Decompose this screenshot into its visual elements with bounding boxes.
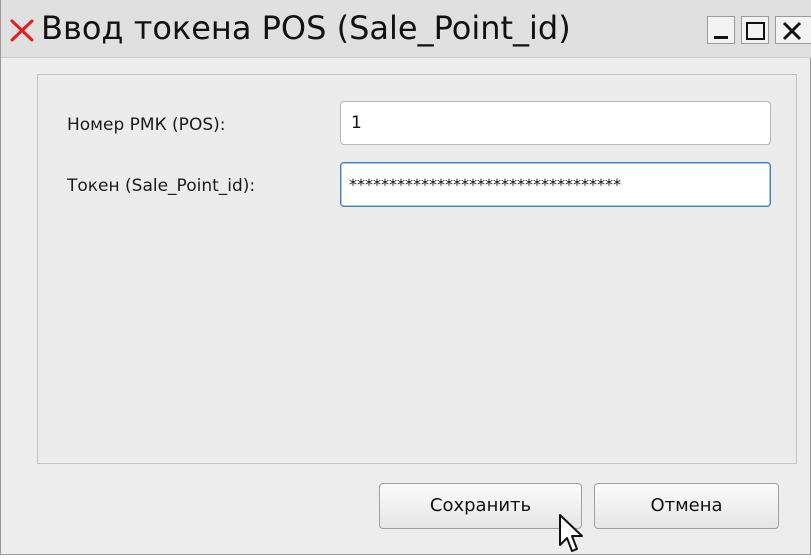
maximize-button[interactable]: [741, 16, 769, 44]
arrow-cursor-icon: [558, 513, 588, 555]
pos-number-input[interactable]: [340, 101, 771, 145]
cancel-button[interactable]: Отмена: [594, 483, 779, 529]
save-button[interactable]: Сохранить: [379, 483, 582, 529]
token-label: Токен (Sale_Point_id):: [67, 176, 256, 196]
close-button[interactable]: [775, 16, 811, 44]
window-title: Ввод токена POS (Sale_Point_id): [41, 9, 571, 47]
title-bar[interactable]: Ввод токена POS (Sale_Point_id): [1, 0, 811, 58]
token-input[interactable]: [340, 162, 771, 207]
dialog-window: Ввод токена POS (Sale_Point_id) Номер РМ…: [0, 0, 811, 555]
minimize-button[interactable]: [707, 16, 735, 44]
pos-number-label: Номер РМК (POS):: [67, 115, 226, 135]
red-x-app-icon: [9, 17, 35, 43]
